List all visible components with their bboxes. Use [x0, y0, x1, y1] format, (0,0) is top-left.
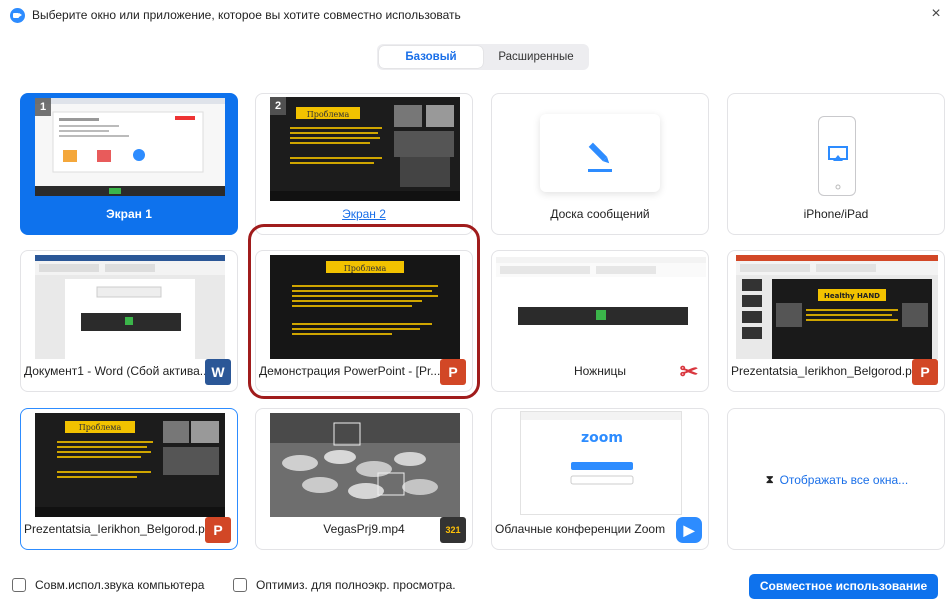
- tile-word[interactable]: Документ1 - Word (Сбой актива... W: [20, 250, 238, 392]
- tile-snipping-tool[interactable]: Ножницы ✂: [491, 250, 709, 392]
- tile-screen-2[interactable]: Проблема 2 Экран 2: [255, 93, 473, 235]
- tile-iphone-ipad[interactable]: iPhone/iPad: [727, 93, 945, 235]
- tile-powerpoint-editor[interactable]: Healthy HAND Prezentatsia_Ierikhon_Belgo…: [727, 250, 945, 392]
- screen-1-thumbnail: [35, 98, 225, 196]
- zoom-window-thumbnail: zoom: [520, 411, 682, 515]
- tile-zoom-app[interactable]: zoom Облачные конференции Zoom ▶: [491, 408, 709, 550]
- word-thumbnail: [35, 255, 225, 359]
- tile-powerpoint-show[interactable]: Проблема Демонстрация PowerPoint - [Pr..…: [255, 250, 473, 392]
- word-icon: W: [205, 359, 231, 385]
- share-sound-checkbox[interactable]: [12, 578, 26, 592]
- svg-text:Проблема: Проблема: [307, 110, 350, 119]
- powerpoint-icon: P: [912, 359, 938, 385]
- close-button[interactable]: ×: [927, 4, 945, 24]
- screen-2-thumbnail: Проблема: [270, 97, 460, 201]
- hourglass-icon: ⧗: [765, 473, 774, 486]
- airplay-icon: [828, 146, 848, 190]
- window-title: Выберите окно или приложение, которое вы…: [32, 8, 461, 22]
- zoom-logo: zoom: [581, 430, 623, 446]
- tile-label: Экран 1: [106, 207, 152, 221]
- snipping-tool-thumbnail: [496, 257, 706, 357]
- video-thumbnail: [270, 413, 460, 517]
- whiteboard-card: [540, 114, 660, 192]
- powerpoint-icon: P: [205, 517, 231, 543]
- powerpoint-icon: P: [440, 359, 466, 385]
- zoom-icon: ▶: [676, 517, 702, 543]
- zoom-app-icon: [10, 8, 25, 23]
- share-sound-label: Совм.испол.звука компьютера: [35, 578, 205, 592]
- svg-text:Проблема: Проблема: [344, 264, 387, 273]
- screen-number-badge: 2: [270, 97, 286, 115]
- pencil-icon: [588, 142, 612, 172]
- optimize-fullscreen-label: Оптимиз. для полноэкр. просмотра.: [256, 578, 456, 592]
- footer: Совм.испол.звука компьютера Оптимиз. для…: [0, 572, 947, 599]
- tab-advanced[interactable]: Расширенные: [485, 46, 587, 68]
- tile-label: iPhone/iPad: [803, 207, 869, 221]
- tile-show-all-windows[interactable]: ⧗ Отображать все окна...: [727, 408, 945, 550]
- presentation-window-thumbnail: Проблема: [35, 413, 225, 517]
- tab-basic[interactable]: Базовый: [379, 46, 483, 68]
- title-bar: Выберите окно или приложение, которое вы…: [0, 0, 947, 30]
- powerpoint-editor-thumbnail: Healthy HAND: [736, 255, 938, 359]
- ipad-device: [818, 116, 856, 196]
- tile-screen-1[interactable]: 1 Экран 1: [20, 93, 238, 235]
- screen-number-badge: 1: [35, 98, 51, 116]
- optimize-fullscreen-checkbox[interactable]: [233, 578, 247, 592]
- tile-video-player[interactable]: VegasPrj9.mp4 321: [255, 408, 473, 550]
- show-all-label: Отображать все окна...: [779, 473, 909, 487]
- svg-text:Healthy HAND: Healthy HAND: [824, 292, 880, 300]
- scissors-icon: ✂: [679, 359, 699, 384]
- tile-label: Экран 2: [342, 207, 386, 221]
- tile-whiteboard[interactable]: Доска сообщений: [491, 93, 709, 235]
- tile-presentation-window[interactable]: Проблема Prezentatsia_Ierikhon_Belgorod.…: [20, 408, 238, 550]
- svg-text:Проблема: Проблема: [79, 423, 122, 432]
- powerpoint-show-thumbnail: Проблема: [270, 255, 460, 359]
- tile-label: Доска сообщений: [550, 207, 650, 221]
- media-player-icon: 321: [440, 517, 466, 543]
- show-all-windows-link[interactable]: ⧗ Отображать все окна...: [728, 409, 944, 549]
- share-mode-tabs: Базовый Расширенные: [377, 44, 589, 70]
- share-button[interactable]: Совместное использование: [749, 574, 938, 599]
